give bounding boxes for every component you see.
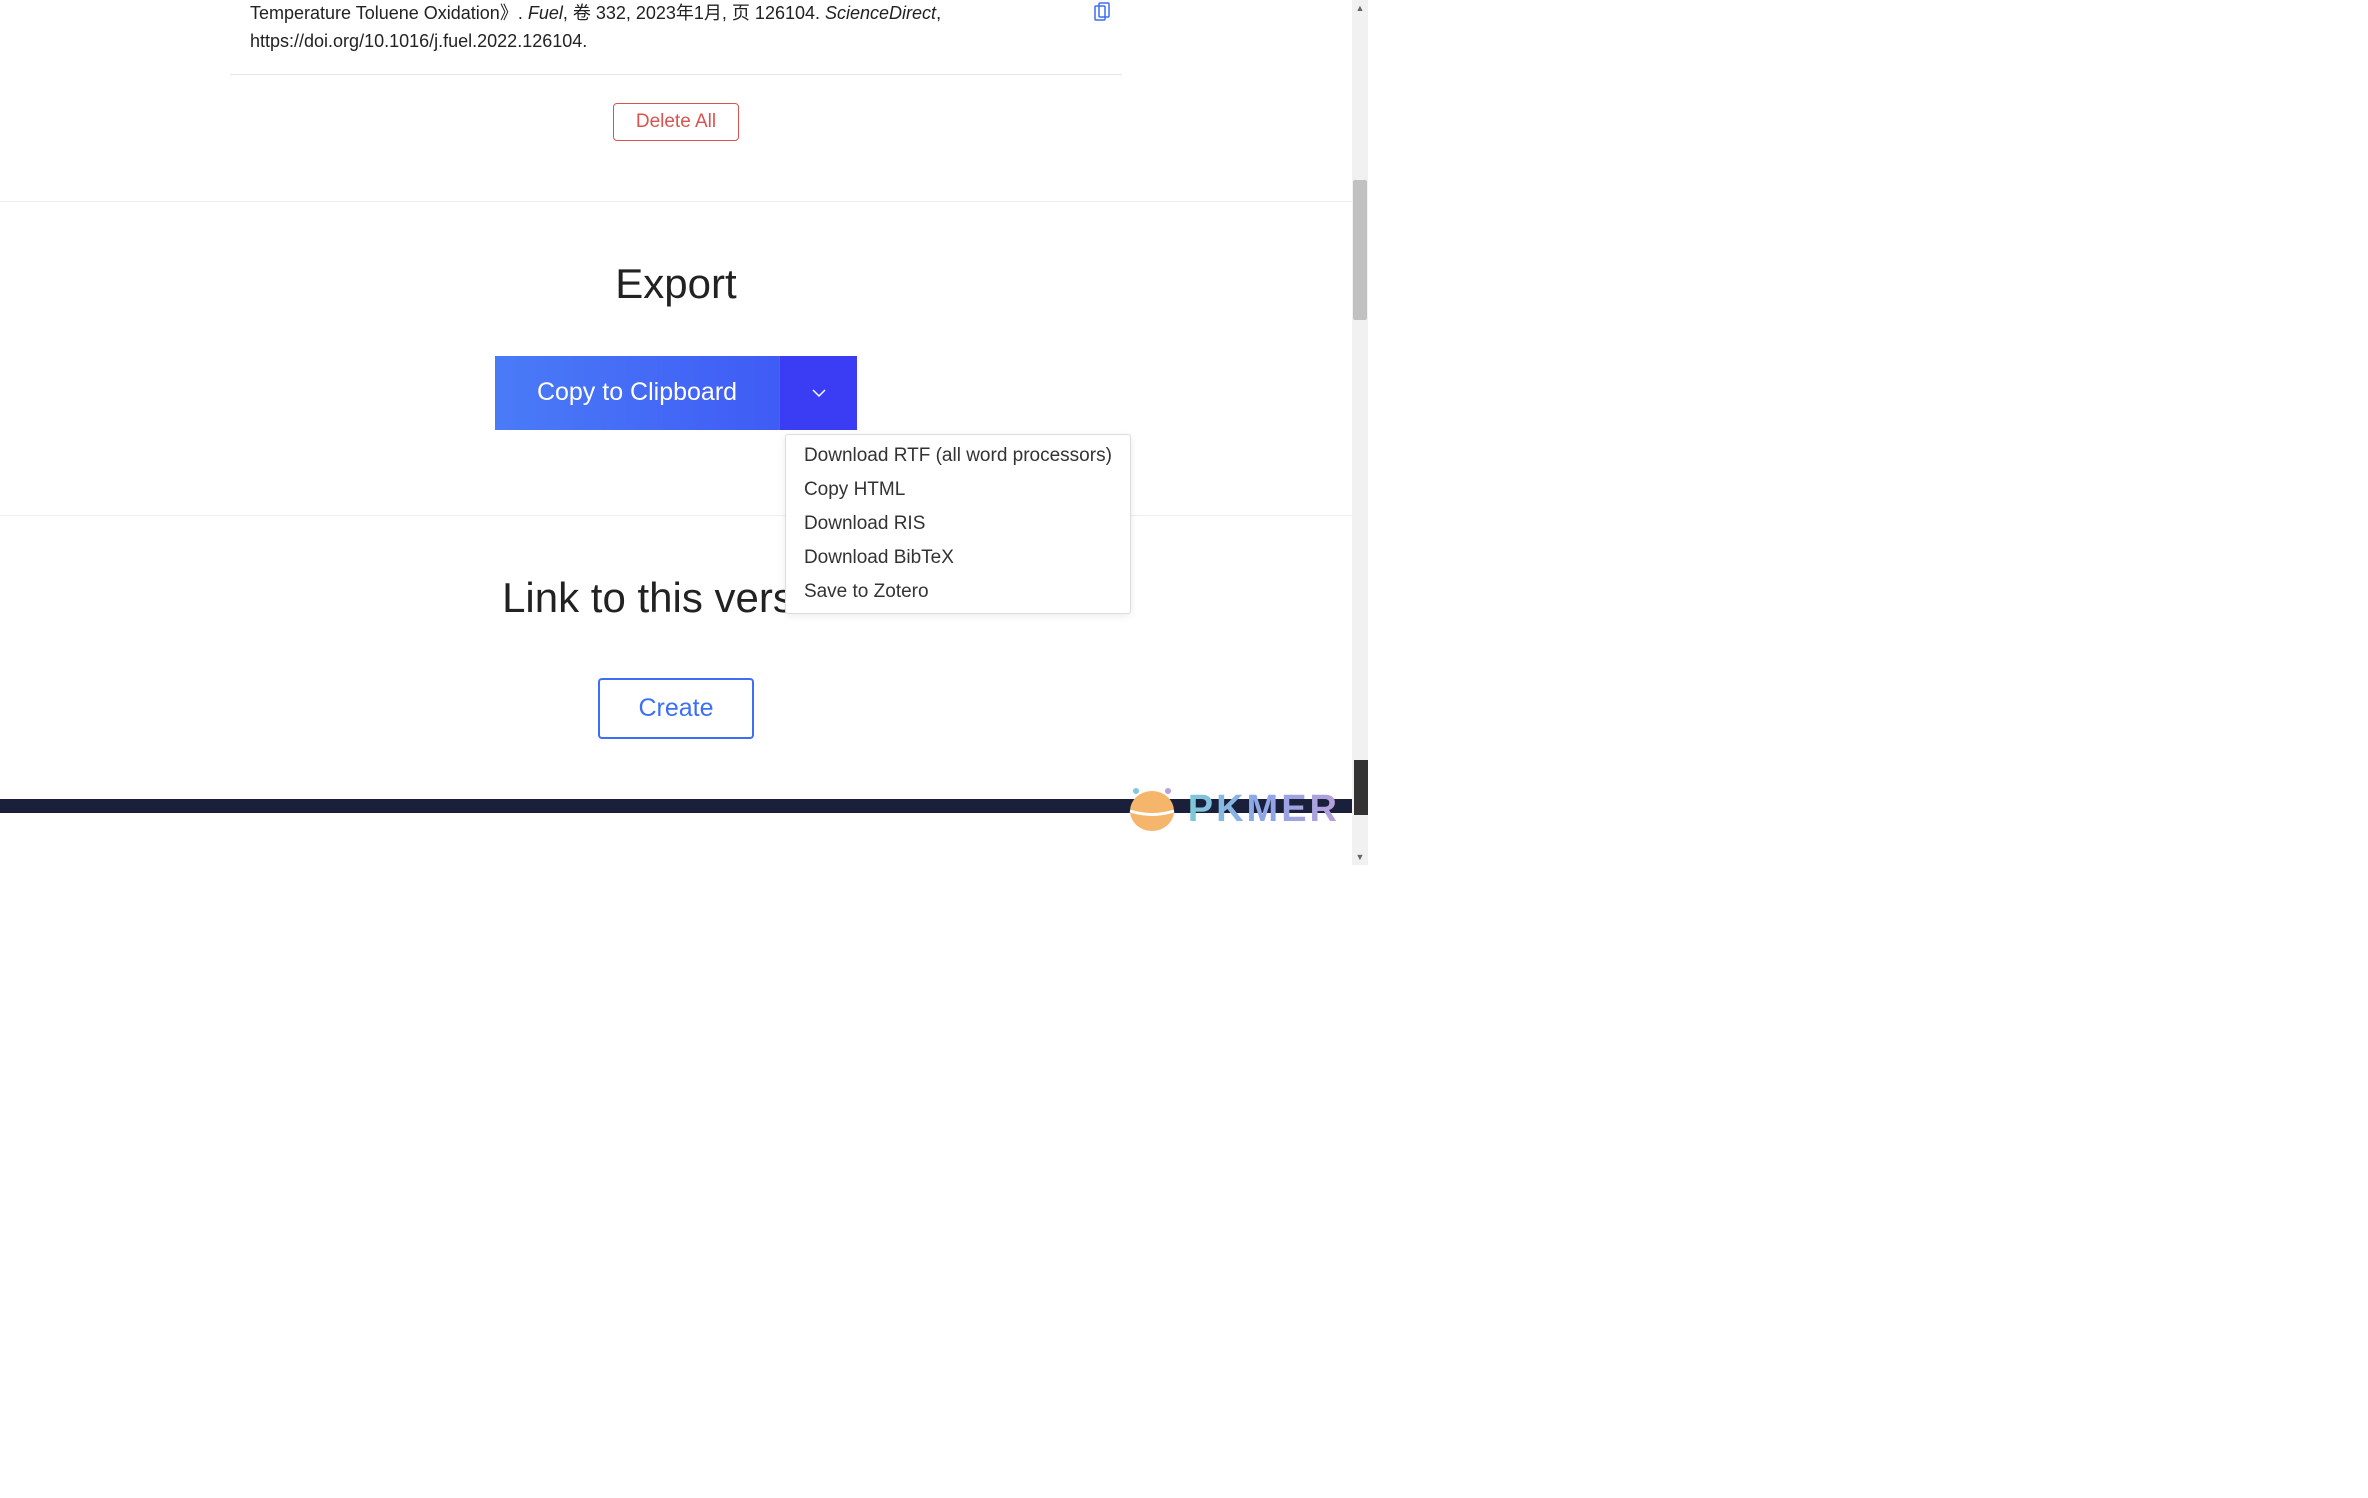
link-version-heading: Link to this version — [0, 574, 1352, 622]
dropdown-item-html[interactable]: Copy HTML — [786, 473, 1130, 507]
scrollbar-track[interactable]: ▲ ▼ — [1352, 0, 1368, 865]
scroll-up-arrow[interactable]: ▲ — [1352, 0, 1368, 16]
citation-details-1: , 卷 332, 2023年1月, 页 126104. — [563, 3, 825, 23]
citation-source: ScienceDirect — [825, 3, 936, 23]
scroll-down-arrow[interactable]: ▼ — [1352, 849, 1368, 865]
watermark-text: PKMER — [1188, 788, 1340, 831]
citation-row: Temperature Toluene Oxidation》. Fuel, 卷 … — [230, 0, 1122, 75]
copy-dropdown-trigger[interactable] — [779, 356, 857, 430]
dropdown-item-ris[interactable]: Download RIS — [786, 507, 1130, 541]
export-section: Export Copy to Clipboard Download RTF (a… — [0, 202, 1352, 515]
dropdown-item-zotero[interactable]: Save to Zotero — [786, 575, 1130, 609]
chevron-down-icon — [811, 388, 827, 398]
copy-icon[interactable] — [1094, 2, 1112, 24]
export-heading: Export — [0, 260, 1352, 308]
watermark: PKMER — [1126, 783, 1340, 835]
citation-title: Temperature Toluene Oxidation》. — [250, 3, 528, 23]
dropdown-item-bibtex[interactable]: Download BibTeX — [786, 541, 1130, 575]
citation-journal: Fuel — [528, 3, 563, 23]
side-handle[interactable] — [1354, 760, 1368, 815]
delete-all-button[interactable]: Delete All — [613, 103, 739, 141]
watermark-logo-icon — [1126, 783, 1178, 835]
dropdown-item-rtf[interactable]: Download RTF (all word processors) — [786, 439, 1130, 473]
export-dropdown-menu: Download RTF (all word processors) Copy … — [785, 434, 1131, 614]
scroll-thumb[interactable] — [1353, 180, 1367, 320]
link-version-section: Link to this version Create — [0, 515, 1352, 799]
copy-clipboard-button[interactable]: Copy to Clipboard — [495, 356, 779, 430]
create-button[interactable]: Create — [598, 678, 753, 739]
delete-all-section: Delete All — [0, 75, 1352, 201]
copy-split-button: Copy to Clipboard Download RTF (all word… — [495, 356, 857, 430]
citation-text: Temperature Toluene Oxidation》. Fuel, 卷 … — [230, 0, 1094, 56]
